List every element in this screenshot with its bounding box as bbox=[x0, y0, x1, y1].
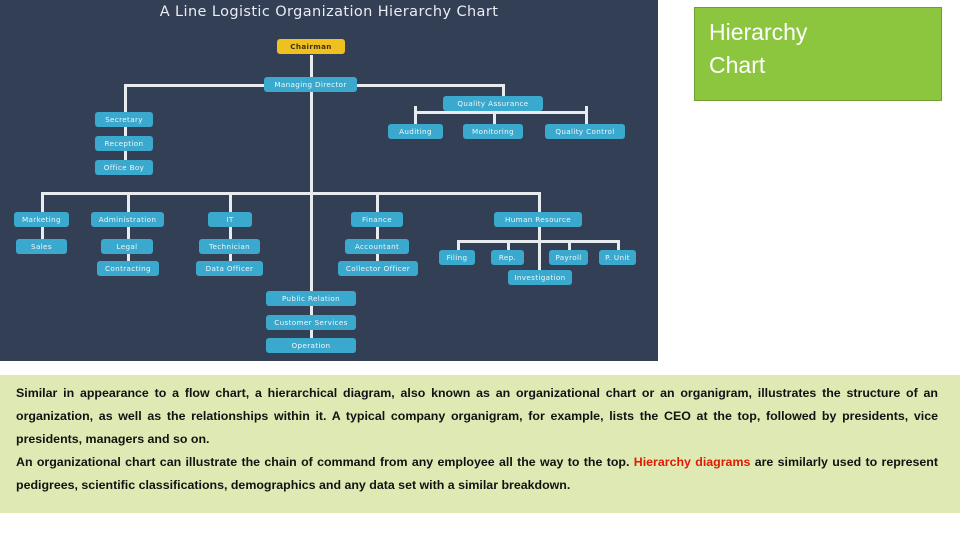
connector-hr-filing bbox=[457, 240, 460, 250]
node-rep[interactable]: Rep. bbox=[491, 250, 524, 265]
organization-chart-image: A Line Logistic Organization Hierarchy C… bbox=[0, 0, 658, 361]
node-it[interactable]: IT bbox=[208, 212, 252, 227]
connector-secretary-drop bbox=[124, 84, 127, 112]
node-human-resource[interactable]: Human Resource bbox=[494, 212, 582, 227]
heading-line-2: Chart bbox=[709, 52, 766, 78]
node-technician[interactable]: Technician bbox=[199, 239, 260, 254]
node-contracting[interactable]: Contracting bbox=[97, 261, 159, 276]
node-operation[interactable]: Operation bbox=[266, 338, 356, 353]
node-marketing[interactable]: Marketing bbox=[14, 212, 69, 227]
node-investigation[interactable]: Investigation bbox=[508, 270, 572, 285]
connector-it-drop bbox=[229, 192, 232, 212]
connector-finance-drop bbox=[376, 192, 379, 212]
node-legal[interactable]: Legal bbox=[101, 239, 153, 254]
node-data-officer[interactable]: Data Officer bbox=[196, 261, 263, 276]
connector-hr-investigation bbox=[538, 240, 541, 270]
connector-hr-drop bbox=[538, 192, 541, 212]
node-customer-services[interactable]: Customer Services bbox=[266, 315, 356, 330]
node-quality-assurance[interactable]: Quality Assurance bbox=[443, 96, 543, 111]
connector-chairman-md bbox=[310, 55, 313, 78]
connector-hr-rep bbox=[507, 240, 510, 250]
connector-qa-auditing bbox=[414, 106, 417, 124]
node-auditing[interactable]: Auditing bbox=[388, 124, 443, 139]
description-paragraph-1: Similar in appearance to a flow chart, a… bbox=[16, 386, 938, 446]
node-finance[interactable]: Finance bbox=[351, 212, 403, 227]
connector-qa-drop bbox=[502, 84, 505, 96]
connector-it-technician bbox=[229, 227, 232, 239]
connector-md-down bbox=[310, 92, 313, 192]
description-paragraph-2: An organizational chart can illustrate t… bbox=[16, 451, 938, 497]
node-filing[interactable]: Filing bbox=[439, 250, 475, 265]
heading-line-1: Hierarchy bbox=[709, 19, 808, 45]
node-reception[interactable]: Reception bbox=[95, 136, 153, 151]
node-chairman[interactable]: Chairman bbox=[277, 39, 345, 54]
node-administration[interactable]: Administration bbox=[91, 212, 164, 227]
node-secretary[interactable]: Secretary bbox=[95, 112, 153, 127]
node-managing-director[interactable]: Managing Director bbox=[264, 77, 357, 92]
node-p-unit[interactable]: P. Unit bbox=[599, 250, 636, 265]
description-block: Similar in appearance to a flow chart, a… bbox=[0, 375, 960, 513]
node-sales[interactable]: Sales bbox=[16, 239, 67, 254]
chart-title: A Line Logistic Organization Hierarchy C… bbox=[159, 4, 499, 20]
connector-hr-payroll bbox=[568, 240, 571, 250]
connector-center-publicrelation bbox=[310, 192, 313, 291]
description-paragraph-2-part1: An organizational chart can illustrate t… bbox=[16, 455, 634, 469]
node-monitoring[interactable]: Monitoring bbox=[463, 124, 523, 139]
node-office-boy[interactable]: Office Boy bbox=[95, 160, 153, 175]
node-accountant[interactable]: Accountant bbox=[345, 239, 409, 254]
node-public-relation[interactable]: Public Relation bbox=[266, 291, 356, 306]
node-collector-officer[interactable]: Collector Officer bbox=[338, 261, 418, 276]
connector-hr-punit bbox=[617, 240, 620, 250]
hierarchy-chart-heading: Hierarchy Chart bbox=[694, 7, 942, 101]
connector-qa-qc bbox=[585, 106, 588, 124]
description-highlight: Hierarchy diagrams bbox=[633, 455, 751, 469]
connector-department-bus bbox=[41, 192, 540, 195]
connector-administration-drop bbox=[127, 192, 130, 212]
node-payroll[interactable]: Payroll bbox=[549, 250, 588, 265]
connector-finance-accountant bbox=[376, 227, 379, 239]
connector-qa-children-bus bbox=[414, 111, 586, 114]
connector-marketing-drop bbox=[41, 192, 44, 212]
connector-admin-legal bbox=[127, 227, 130, 239]
node-quality-control[interactable]: Quality Control bbox=[545, 124, 625, 139]
connector-marketing-sales bbox=[41, 227, 44, 239]
